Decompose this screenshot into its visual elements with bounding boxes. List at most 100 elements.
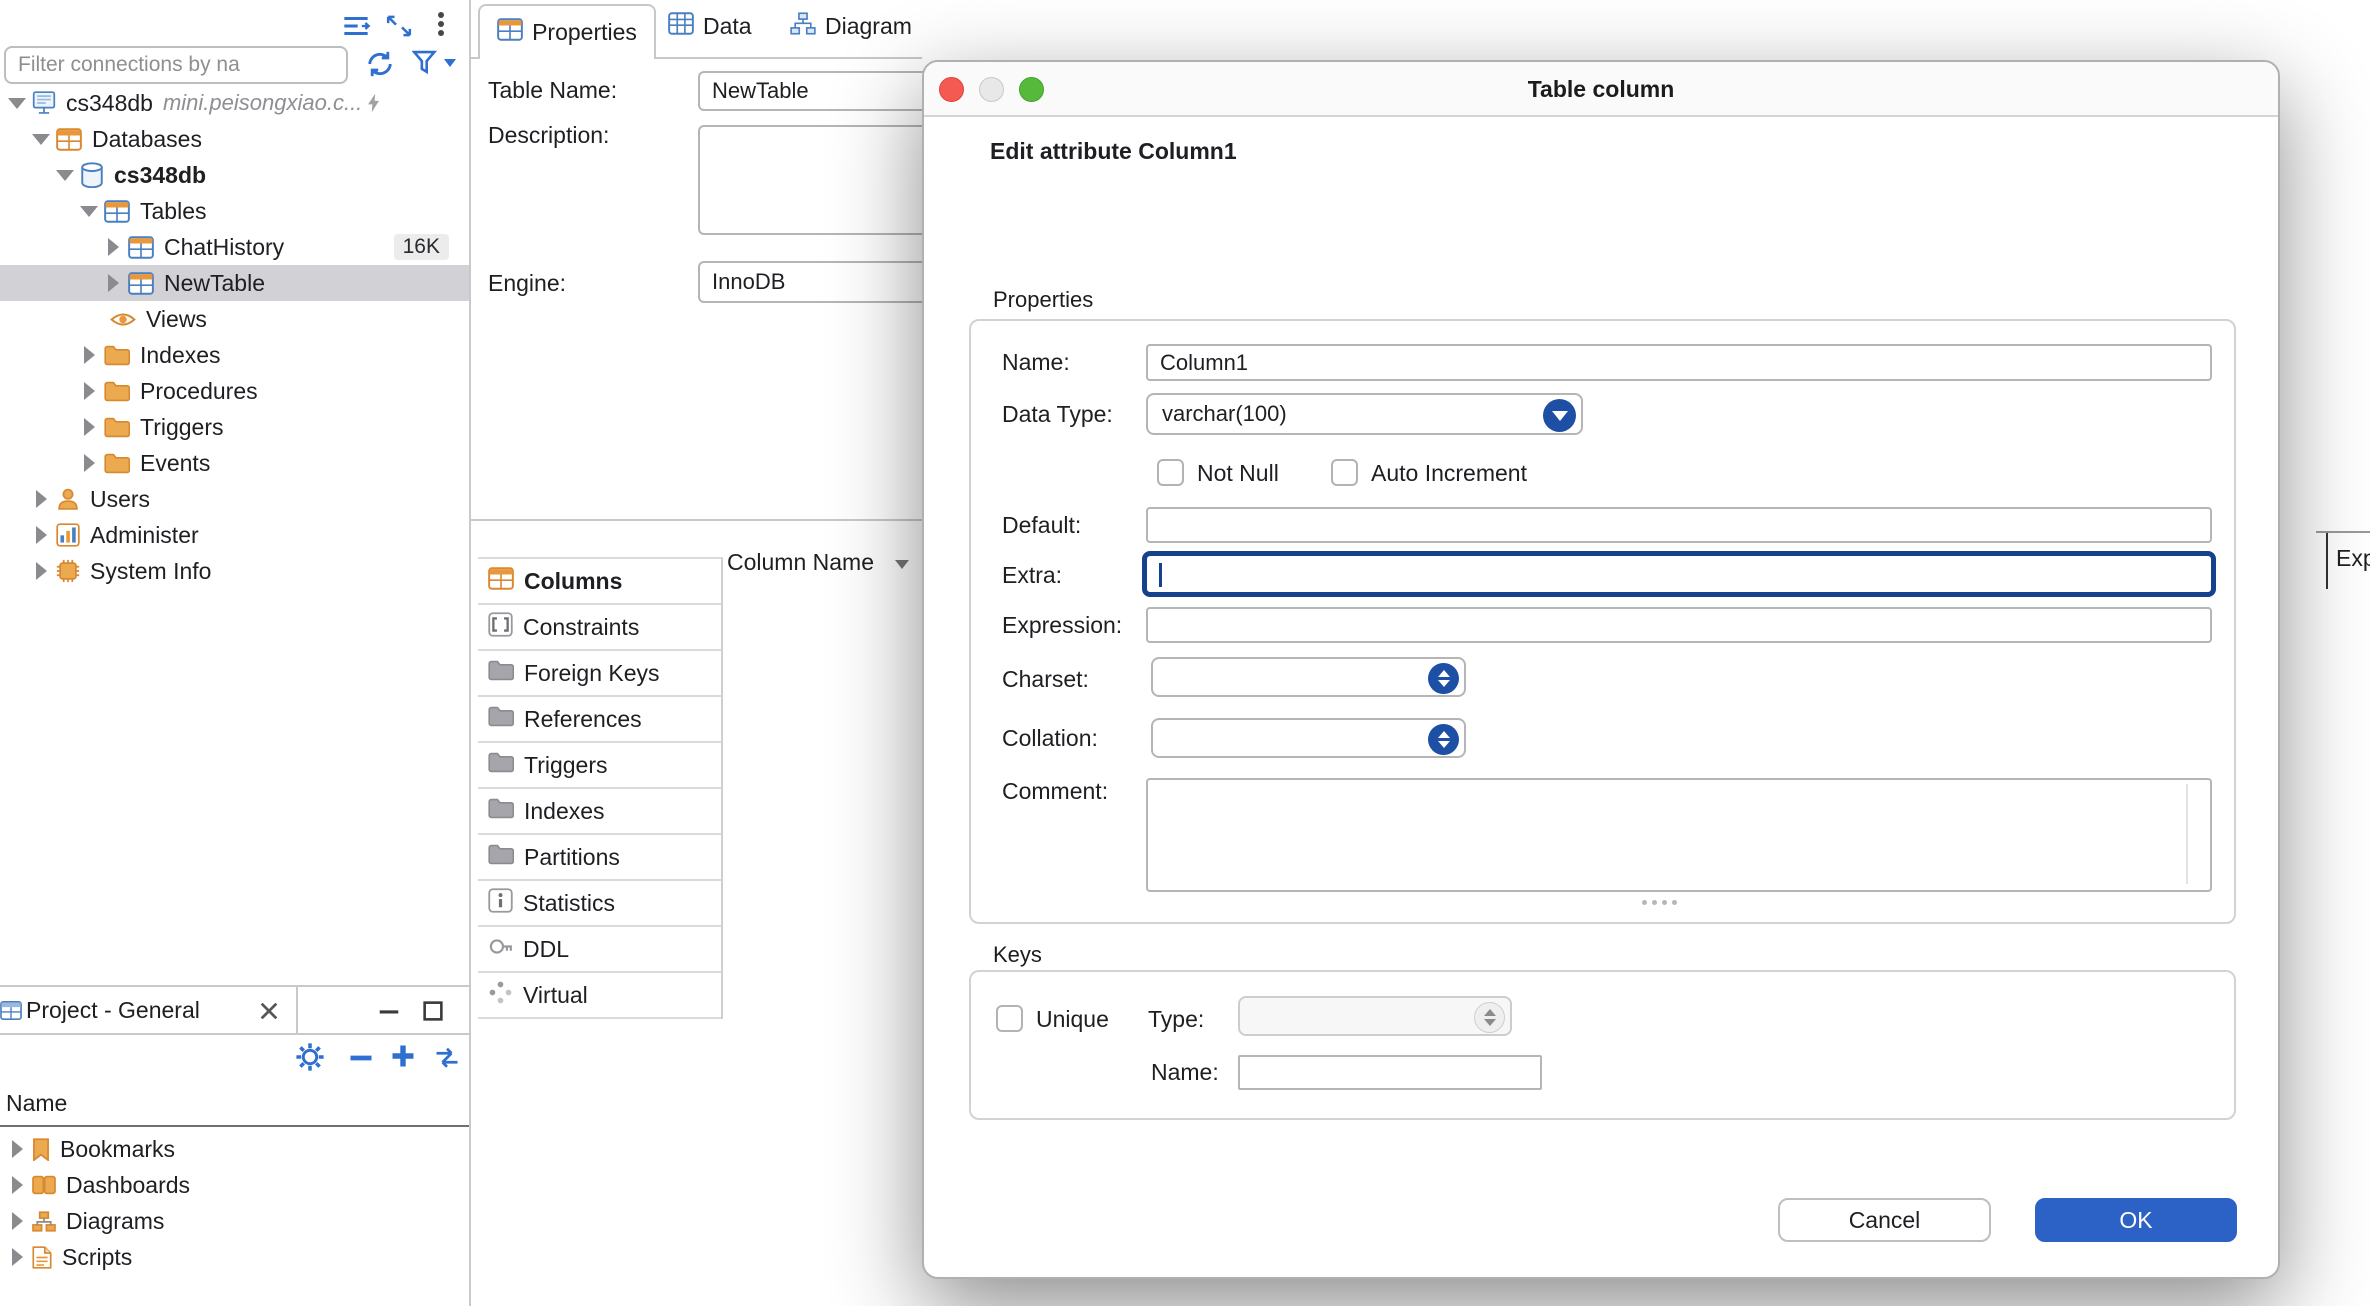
refresh-schemas-icon[interactable]	[364, 49, 396, 84]
key-type-combo[interactable]	[1238, 996, 1512, 1036]
folder-icon	[104, 417, 130, 438]
tab-divider	[296, 987, 298, 1033]
diagram-tab-icon	[790, 12, 816, 41]
section-references[interactable]: References	[478, 697, 721, 743]
tree-item-databases[interactable]: Databases	[0, 121, 469, 157]
project-tab-title[interactable]: Project - General	[26, 997, 200, 1024]
tree-item-users[interactable]: Users	[0, 481, 469, 517]
tree-item-newtable[interactable]: NewTable	[0, 265, 469, 301]
chevron-down-icon[interactable]	[74, 206, 104, 217]
chevron-right-icon[interactable]	[74, 418, 104, 436]
filter-options-icon[interactable]	[412, 50, 456, 76]
chevron-right-icon[interactable]	[2, 1212, 32, 1230]
tree-item-tables[interactable]: Tables	[0, 193, 469, 229]
administer-icon	[56, 523, 80, 547]
chevron-right-icon[interactable]	[74, 382, 104, 400]
cancel-button[interactable]: Cancel	[1778, 1198, 1991, 1242]
chevron-right-icon[interactable]	[26, 526, 56, 544]
comment-scrollbar[interactable]	[2186, 784, 2188, 884]
project-item-scripts[interactable]: Scripts	[0, 1239, 469, 1275]
tree-item-system-info[interactable]: System Info	[0, 553, 469, 589]
section-foreign-keys[interactable]: Foreign Keys	[478, 651, 721, 697]
tree-item-triggers[interactable]: Triggers	[0, 409, 469, 445]
column-name-header[interactable]: Column Name	[727, 549, 874, 576]
kebab-menu-icon[interactable]	[438, 12, 444, 18]
comment-textarea[interactable]	[1146, 778, 2212, 892]
not-null-checkbox[interactable]	[1157, 459, 1184, 486]
not-null-label: Not Null	[1197, 460, 1279, 487]
chevron-right-icon[interactable]	[2, 1176, 32, 1194]
project-item-bookmarks[interactable]: Bookmarks	[0, 1131, 469, 1167]
section-triggers[interactable]: Triggers	[478, 743, 721, 789]
tree-item-indexes[interactable]: Indexes	[0, 337, 469, 373]
tree-item-views[interactable]: Views	[0, 301, 469, 337]
chevron-right-icon[interactable]	[2, 1140, 32, 1158]
resize-grip-icon[interactable]	[1642, 900, 1647, 905]
dialog-titlebar[interactable]: Table column	[924, 62, 2278, 117]
column-name-input[interactable]	[1146, 344, 2212, 381]
tree-item-schema-cs348db[interactable]: cs348db	[0, 157, 469, 193]
charset-combo[interactable]	[1151, 657, 1466, 697]
add-item-icon[interactable]	[388, 1041, 418, 1076]
tree-item-procedures[interactable]: Procedures	[0, 373, 469, 409]
collation-combo[interactable]	[1151, 718, 1466, 758]
extra-label: Extra:	[1002, 562, 1062, 589]
tab-label: Properties	[532, 19, 637, 46]
section-statistics[interactable]: Statistics	[478, 881, 721, 927]
expression-input[interactable]	[1146, 607, 2212, 643]
extra-input[interactable]	[1142, 551, 2216, 597]
stepper-icon[interactable]	[1428, 663, 1459, 694]
minimize-panel-icon[interactable]	[376, 998, 402, 1029]
diagrams-icon	[32, 1211, 56, 1232]
data-type-combo[interactable]: varchar(100)	[1146, 393, 1583, 435]
jump-to-icon[interactable]	[432, 1043, 462, 1076]
sort-caret-icon[interactable]	[895, 560, 909, 569]
dashboards-icon	[32, 1175, 56, 1195]
tab-properties[interactable]: Properties	[478, 4, 656, 59]
tree-item-chathistory[interactable]: ChatHistory 16K	[0, 229, 469, 265]
maximize-panel-icon[interactable]	[420, 998, 446, 1029]
key-name-input[interactable]	[1238, 1055, 1542, 1090]
chevron-right-icon[interactable]	[26, 562, 56, 580]
section-virtual[interactable]: Virtual	[478, 973, 721, 1019]
auto-increment-checkbox[interactable]	[1331, 459, 1358, 486]
section-indexes[interactable]: Indexes	[478, 789, 721, 835]
chevron-right-icon[interactable]	[98, 238, 128, 256]
chevron-right-icon[interactable]	[26, 490, 56, 508]
close-icon[interactable]	[258, 1000, 280, 1027]
chevron-down-icon[interactable]	[26, 134, 56, 145]
project-item-label: Scripts	[62, 1244, 132, 1271]
section-partitions[interactable]: Partitions	[478, 835, 721, 881]
chevron-down-icon[interactable]	[50, 170, 80, 181]
properties-tab-icon	[497, 18, 523, 47]
gear-icon[interactable]	[294, 1041, 326, 1078]
databases-icon	[56, 128, 82, 151]
section-ddl[interactable]: DDL	[478, 927, 721, 973]
tree-item-events[interactable]: Events	[0, 445, 469, 481]
section-label: Columns	[524, 568, 622, 595]
collapse-all-icon[interactable]	[341, 12, 371, 45]
tab-data[interactable]: Data	[668, 12, 752, 41]
expression-header-fragment: Expr	[2336, 545, 2370, 572]
stepper-icon[interactable]	[1474, 1002, 1505, 1033]
chevron-down-icon[interactable]	[1543, 399, 1576, 432]
stepper-icon[interactable]	[1428, 724, 1459, 755]
tree-item-administer[interactable]: Administer	[0, 517, 469, 553]
section-columns[interactable]: Columns	[478, 559, 721, 605]
chevron-down-icon[interactable]	[2, 98, 32, 109]
expand-panels-icon[interactable]	[384, 12, 414, 45]
filter-connections-input[interactable]	[4, 46, 348, 84]
project-item-dashboards[interactable]: Dashboards	[0, 1167, 469, 1203]
unique-checkbox[interactable]	[996, 1005, 1023, 1032]
section-constraints[interactable]: Constraints	[478, 605, 721, 651]
project-item-diagrams[interactable]: Diagrams	[0, 1203, 469, 1239]
remove-item-icon[interactable]	[346, 1045, 376, 1076]
chevron-right-icon[interactable]	[74, 454, 104, 472]
tree-item-connection[interactable]: cs348db mini.peisongxiao.c...	[0, 85, 469, 121]
ok-button[interactable]: OK	[2035, 1198, 2237, 1242]
chevron-right-icon[interactable]	[2, 1248, 32, 1266]
chevron-right-icon[interactable]	[98, 274, 128, 292]
default-input[interactable]	[1146, 507, 2212, 543]
chevron-right-icon[interactable]	[74, 346, 104, 364]
tab-diagram[interactable]: Diagram	[790, 12, 912, 41]
